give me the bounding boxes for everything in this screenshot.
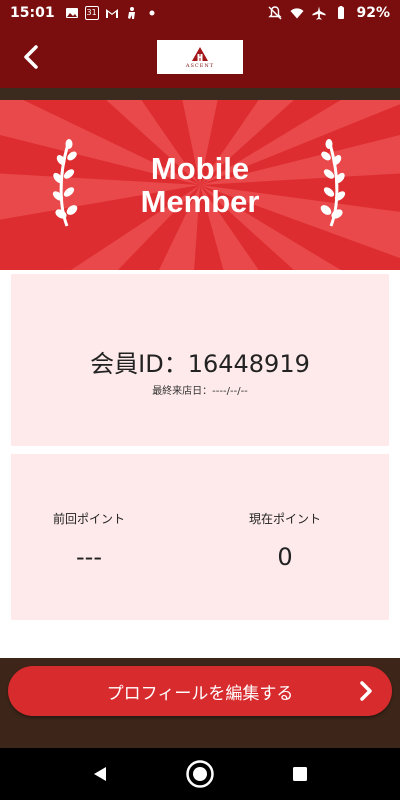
- banner-title-line1: Mobile: [150, 151, 250, 186]
- system-icons: 92%: [268, 5, 390, 21]
- mobile-member-banner: Mobile Member: [0, 100, 400, 270]
- gallery-icon: [65, 8, 78, 18]
- last-visit-date: 最終来店日：----/--/--: [152, 386, 248, 397]
- nav-home-button[interactable]: [184, 758, 216, 790]
- status-time: 15:01: [10, 5, 55, 21]
- nav-back-button[interactable]: [84, 758, 116, 790]
- status-bar: 15:01 31 92%: [0, 0, 400, 26]
- airplane-icon: [312, 6, 326, 20]
- app-header: ASCENT: [0, 26, 400, 88]
- logo-text: ASCENT: [185, 62, 215, 69]
- previous-points-label: 前回ポイント: [52, 512, 125, 526]
- accessibility-icon: [127, 7, 135, 19]
- system-nav-bar: [0, 748, 400, 800]
- edit-profile-label: プロフィールを編集する: [106, 683, 294, 704]
- points-card: 前回ポイント --- 現在ポイント 0: [11, 454, 389, 620]
- header-divider: [0, 88, 400, 100]
- battery-percent: 92%: [356, 5, 390, 21]
- current-points-value: 0: [277, 543, 293, 571]
- app-logo: ASCENT: [157, 40, 243, 74]
- square-recents-icon: [293, 767, 307, 781]
- chevron-left-icon: [24, 45, 38, 69]
- chevron-right-icon: [360, 681, 372, 701]
- notification-icons: 31: [65, 6, 159, 20]
- current-points-label: 現在ポイント: [248, 512, 321, 526]
- dot-icon: [149, 10, 155, 16]
- wifi-icon: [290, 8, 304, 19]
- logo-mark-icon: [192, 46, 208, 61]
- triangle-back-icon: [94, 767, 106, 781]
- member-content: 会員ID：16448919 最終来店日：----/--/-- 前回ポイント --…: [0, 270, 400, 658]
- banner-title: Mobile Member: [0, 152, 400, 218]
- previous-points-value: ---: [76, 543, 102, 571]
- do-not-disturb-icon: [268, 6, 283, 20]
- edit-profile-button[interactable]: プロフィールを編集する: [8, 666, 392, 716]
- calendar-icon: 31: [84, 6, 99, 20]
- back-button[interactable]: [14, 40, 48, 74]
- gmail-icon: [105, 9, 118, 18]
- battery-icon: [338, 6, 345, 19]
- home-circle-icon: [186, 760, 214, 788]
- previous-points: 前回ポイント ---: [11, 510, 167, 571]
- banner-title-line2: Member: [140, 184, 260, 219]
- member-id-card: 会員ID：16448919 最終来店日：----/--/--: [11, 274, 389, 446]
- current-points: 現在ポイント 0: [191, 510, 379, 571]
- nav-recents-button[interactable]: [284, 758, 316, 790]
- member-id: 会員ID：16448919: [90, 350, 310, 378]
